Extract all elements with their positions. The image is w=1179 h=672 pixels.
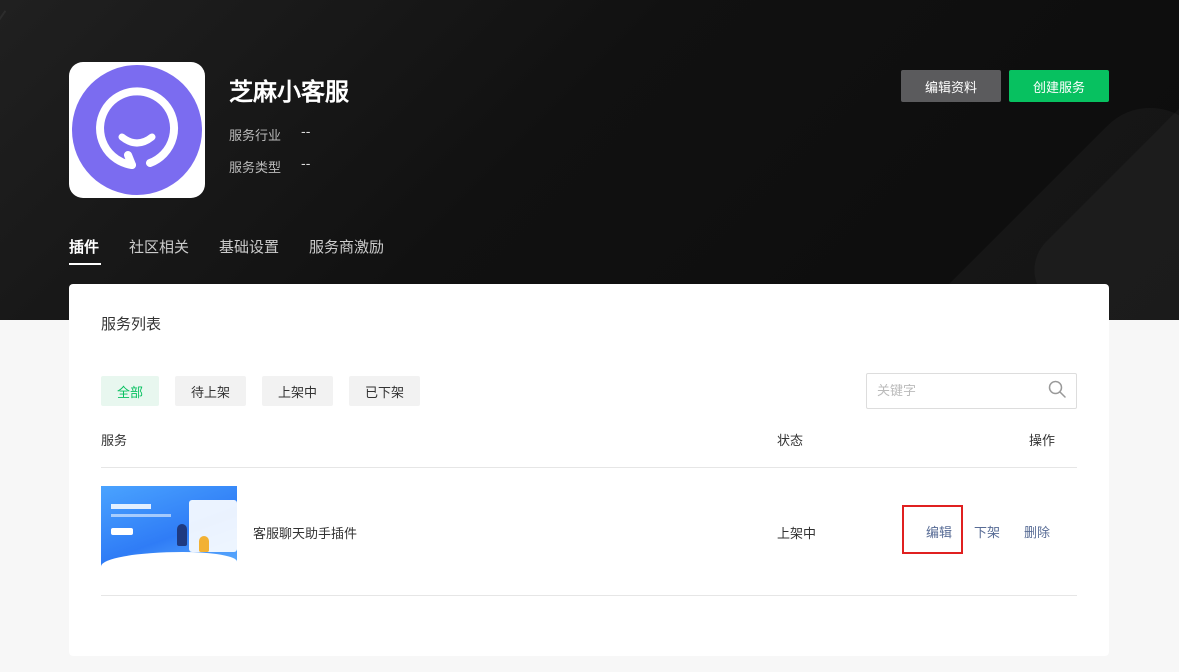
- column-header-status: 状态: [777, 434, 804, 449]
- tab-basic-settings[interactable]: 基础设置: [219, 236, 279, 265]
- filter-unlisted[interactable]: 已下架: [349, 376, 421, 406]
- search-box: [866, 373, 1077, 409]
- edit-link[interactable]: 编辑: [926, 522, 952, 541]
- unlist-link[interactable]: 下架: [974, 522, 1000, 541]
- search-input[interactable]: [877, 383, 1048, 399]
- smile-chat-icon: [72, 65, 202, 195]
- filter-listed[interactable]: 上架中: [262, 376, 334, 406]
- tab-plugins[interactable]: 插件: [69, 236, 102, 265]
- meta-industry: 服务行业 --: [229, 125, 310, 144]
- header-banner: 芝麻小客服 服务行业 -- 服务类型 -- 编辑资料 创建服务 插件 社区相关 …: [0, 0, 1179, 320]
- tab-bar: 插件 社区相关 基础设置 服务商激励: [69, 236, 384, 265]
- tab-provider-incentive[interactable]: 服务商激励: [309, 236, 384, 265]
- meta-value: --: [301, 125, 311, 140]
- page-title: 芝麻小客服: [229, 78, 349, 106]
- card-title: 服务列表: [101, 315, 162, 333]
- filter-pending[interactable]: 待上架: [175, 376, 247, 406]
- create-service-button[interactable]: 创建服务: [1009, 70, 1109, 102]
- search-icon[interactable]: [1048, 380, 1066, 402]
- delete-link[interactable]: 删除: [1024, 522, 1050, 541]
- status-filters: 全部 待上架 上架中 已下架: [101, 376, 421, 406]
- service-thumbnail: [101, 486, 237, 576]
- column-header-actions: 操作: [1029, 434, 1056, 449]
- status-badge: 上架中: [777, 527, 817, 542]
- meta-label: 服务行业: [229, 129, 282, 144]
- column-header-service: 服务: [101, 434, 128, 449]
- tab-community[interactable]: 社区相关: [129, 236, 189, 265]
- service-list-card: 服务列表 全部 待上架 上架中 已下架 服务 状态 操作 客服聊天助手插件 上架…: [69, 284, 1109, 656]
- meta-label: 服务类型: [229, 161, 282, 176]
- banner-decoration: [0, 10, 7, 110]
- table-divider: [101, 467, 1077, 468]
- meta-value: --: [301, 157, 311, 172]
- filter-all[interactable]: 全部: [101, 376, 160, 406]
- edit-profile-button[interactable]: 编辑资料: [901, 70, 1001, 102]
- meta-type: 服务类型 --: [229, 157, 310, 176]
- table-divider: [101, 595, 1077, 596]
- app-logo: [69, 62, 205, 198]
- service-name: 客服聊天助手插件: [253, 527, 358, 542]
